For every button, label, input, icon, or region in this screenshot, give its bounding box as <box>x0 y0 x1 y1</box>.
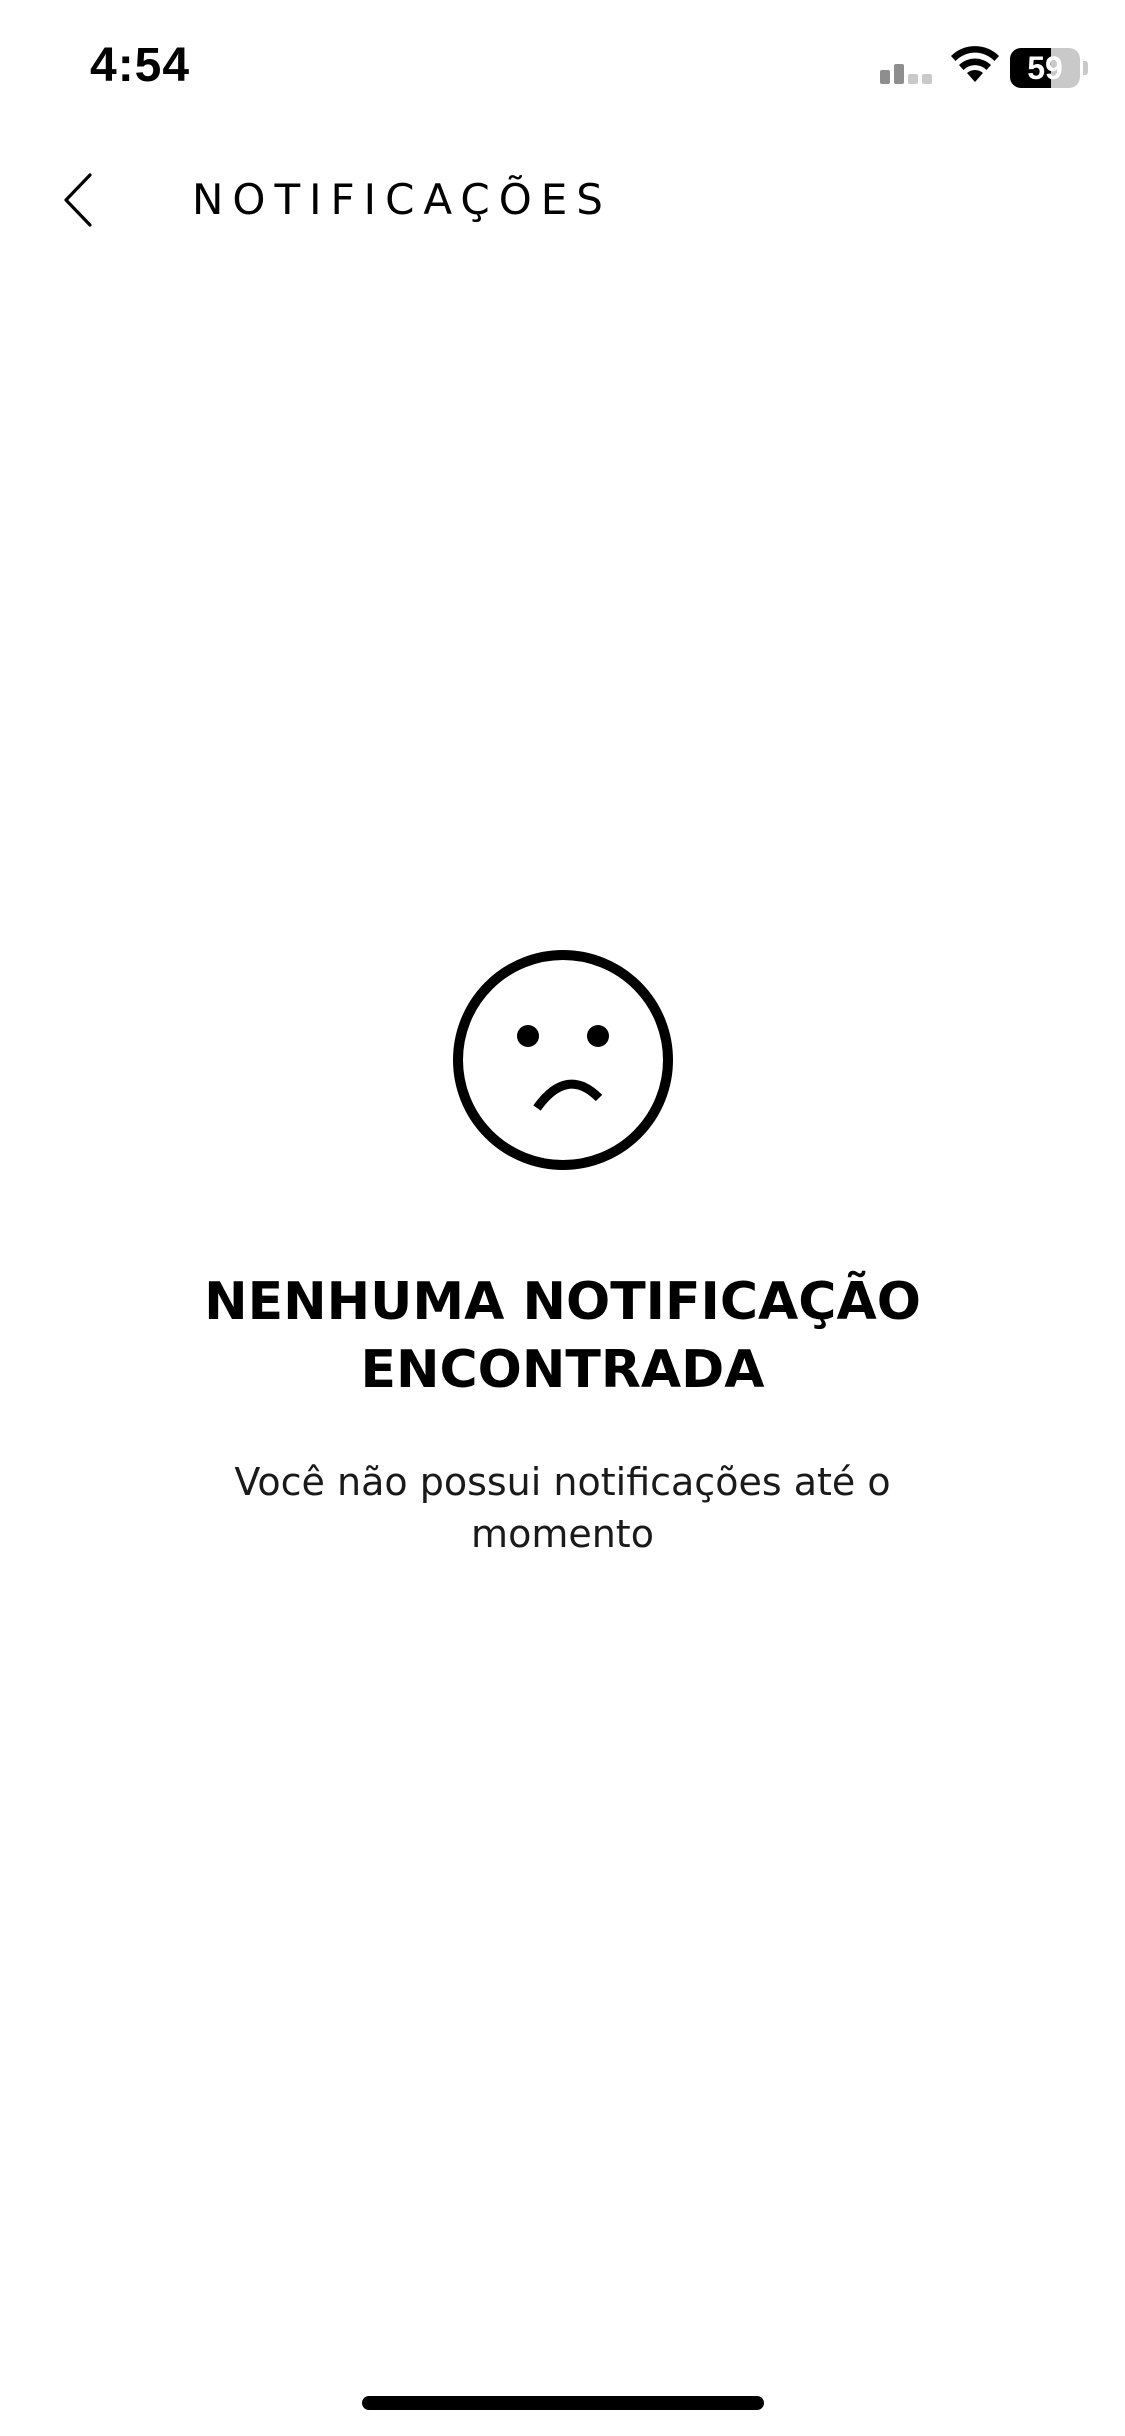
status-bar: 4:54 59 <box>0 0 1125 140</box>
page-title: NOTIFICAÇÕES <box>192 175 612 224</box>
navigation-header: NOTIFICAÇÕES <box>0 140 1125 260</box>
sad-face-icon <box>452 950 673 1170</box>
battery-icon: 59 <box>1010 48 1088 88</box>
status-time: 4:54 <box>90 39 191 92</box>
home-indicator[interactable] <box>362 2396 764 2410</box>
chevron-left-icon <box>64 173 92 227</box>
battery-percentage: 59 <box>1027 50 1063 86</box>
back-button[interactable] <box>40 160 120 240</box>
battery-body: 59 <box>1010 48 1080 88</box>
empty-state-title: NENHUMA NOTIFICAÇÃO ENCONTRADA <box>204 1272 921 1400</box>
wifi-icon <box>951 46 999 82</box>
cellular-signal-icon <box>880 64 932 84</box>
empty-state: NENHUMA NOTIFICAÇÃO ENCONTRADA Você não … <box>0 948 1125 1560</box>
battery-tip <box>1083 61 1088 75</box>
empty-state-message: Você não possui notificações até o momen… <box>234 1460 891 1556</box>
